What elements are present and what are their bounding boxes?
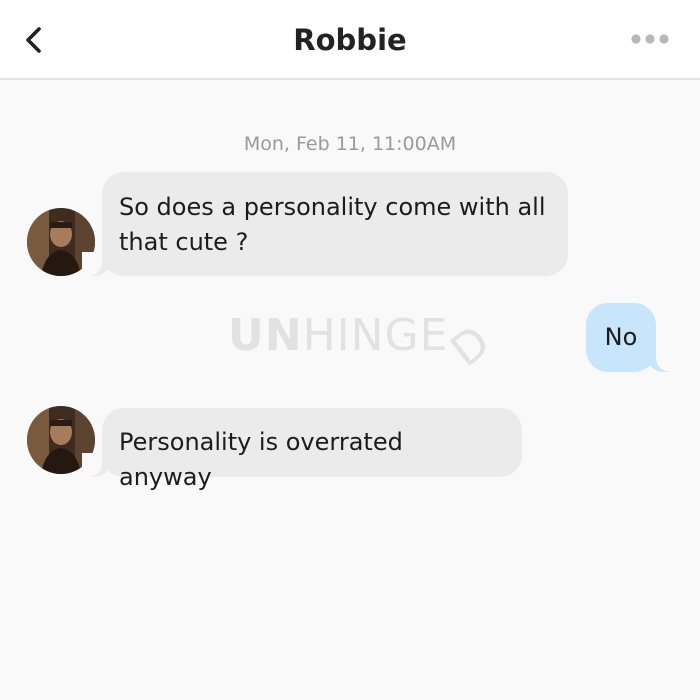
more-horizontal-icon bbox=[631, 34, 669, 44]
chat-header: Robbie bbox=[0, 0, 700, 80]
watermark-bold-text: UN bbox=[228, 310, 303, 361]
message-text: No bbox=[604, 323, 638, 351]
more-options-button[interactable] bbox=[630, 28, 670, 50]
watermark-logo: UNHINGED bbox=[228, 310, 501, 377]
message-text: So does a personality come with all that… bbox=[119, 193, 546, 256]
incoming-message-bubble[interactable]: So does a personality come with all that… bbox=[82, 172, 568, 276]
message-text: Personality is overrated anyway bbox=[119, 428, 403, 491]
incoming-message-bubble[interactable]: Personality is overrated anyway bbox=[82, 408, 522, 491]
page-title: Robbie bbox=[293, 23, 407, 57]
outgoing-message-bubble[interactable]: No bbox=[586, 303, 676, 372]
message-timestamp: Mon, Feb 11, 11:00AM bbox=[243, 133, 457, 155]
watermark-tail-text: D bbox=[441, 315, 501, 378]
watermark-light-text: HINGE bbox=[302, 310, 449, 361]
